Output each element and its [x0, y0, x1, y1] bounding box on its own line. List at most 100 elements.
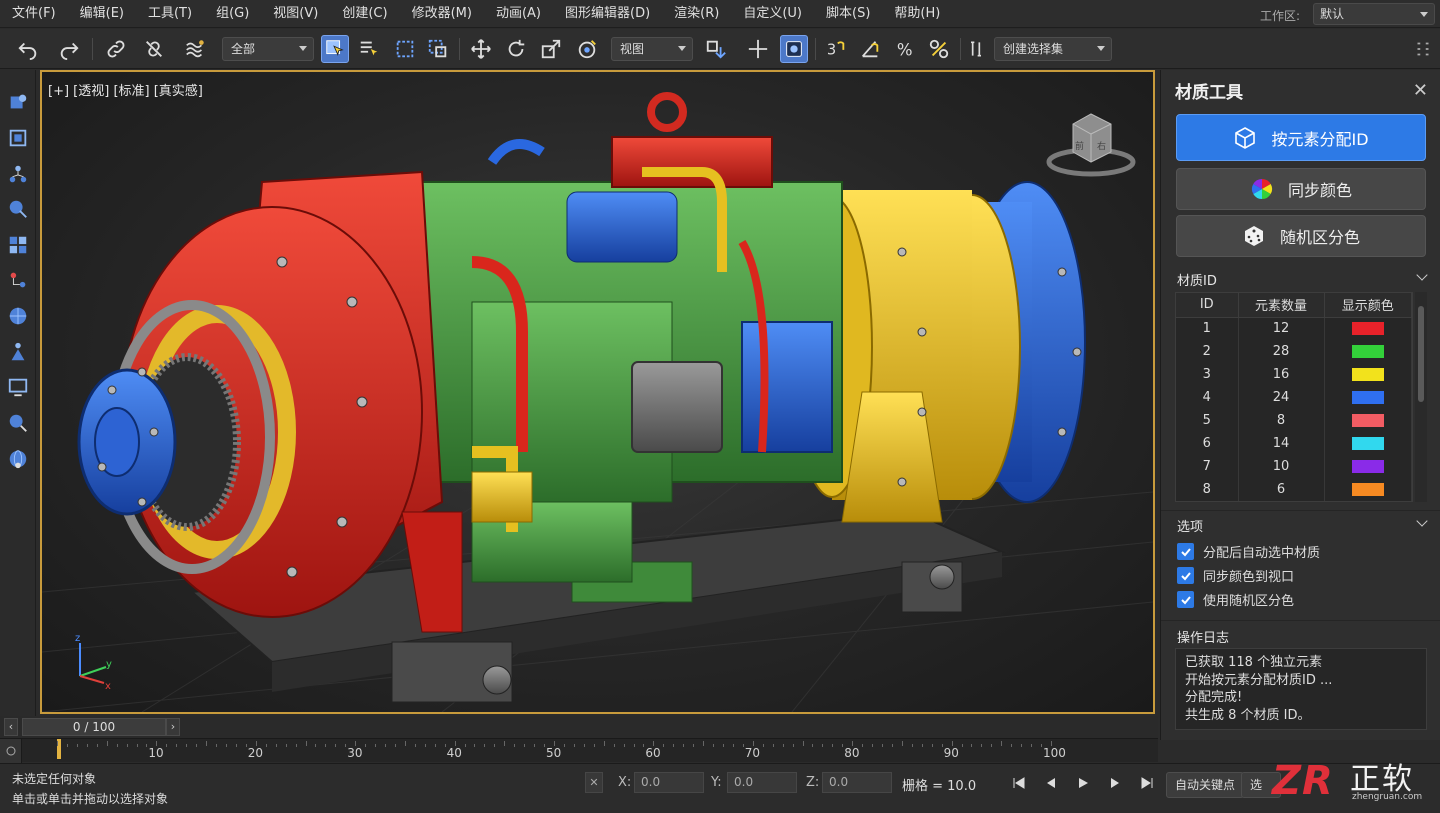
menu-item[interactable]: 修改器(M) [400, 0, 484, 28]
color-swatch[interactable] [1351, 322, 1384, 336]
option-random-color[interactable]: 使用随机区分色 [1177, 590, 1294, 609]
redo-button[interactable] [55, 35, 83, 63]
table-row[interactable]: 7 10 [1176, 455, 1412, 478]
color-swatch[interactable] [1351, 368, 1384, 381]
menu-item[interactable]: 图形编辑器(D) [553, 0, 662, 28]
auto-key-button[interactable]: 自动关键点 [1166, 772, 1245, 798]
color-cell[interactable] [1324, 409, 1412, 432]
perspective-viewport[interactable]: [+] [透视] [标准] [真实感] 前 右 z y x [40, 70, 1155, 714]
random-color-button[interactable]: 随机区分色 [1176, 215, 1426, 257]
sphere-tool-button[interactable] [6, 304, 30, 328]
z-coord-field[interactable]: 0.0 [822, 772, 892, 793]
menu-item[interactable]: 渲染(R) [662, 0, 731, 28]
option-auto-select[interactable]: 分配后自动选中材质 [1177, 542, 1320, 561]
unlink-button[interactable] [140, 35, 168, 63]
go-to-end-button[interactable] [1138, 774, 1156, 792]
color-cell[interactable] [1324, 455, 1412, 478]
hierarchy-panel-button[interactable] [6, 162, 30, 186]
track-bar[interactable]: 10 20 30 40 50 60 70 80 90 100 [0, 738, 1158, 763]
scale-button[interactable] [537, 35, 565, 63]
rect-region-button[interactable] [391, 35, 419, 63]
color-swatch[interactable] [1351, 437, 1384, 450]
undo-button[interactable] [14, 35, 42, 63]
table-scrollbar[interactable] [1415, 292, 1427, 502]
prev-frame-arrow[interactable]: ‹ [4, 718, 18, 736]
checkbox-checked[interactable] [1177, 543, 1194, 560]
utilities-panel-button[interactable] [6, 268, 30, 292]
search-tool-button[interactable] [6, 411, 30, 435]
edit-named-selection-button[interactable] [966, 35, 986, 63]
bind-space-warp-button[interactable] [181, 35, 209, 63]
absolute-mode-toggle[interactable]: ✕ [585, 772, 603, 793]
table-row[interactable]: 86 [1176, 478, 1412, 501]
modify-panel-button[interactable] [6, 126, 30, 150]
y-coord-field[interactable]: 0.0 [727, 772, 797, 793]
matid-section-header[interactable]: 材质ID [1177, 270, 1217, 289]
figure-tool-button[interactable] [6, 340, 30, 364]
table-row[interactable]: 1 12 [1176, 317, 1412, 340]
selection-filter-dropdown[interactable]: 全部 [222, 37, 314, 61]
next-frame-arrow[interactable]: › [166, 718, 180, 736]
percent-snap-button[interactable]: % [892, 35, 920, 63]
window-crossing-button[interactable] [424, 35, 452, 63]
color-cell[interactable] [1324, 478, 1412, 501]
named-selection-dropdown[interactable]: 创建选择集 [994, 37, 1112, 61]
spinner-snap-button[interactable] [925, 35, 953, 63]
select-by-name-button[interactable] [355, 35, 383, 63]
checkbox-checked[interactable] [1177, 567, 1194, 584]
color-swatch[interactable] [1351, 414, 1384, 427]
link-button[interactable] [102, 35, 130, 63]
table-row[interactable]: 58 [1176, 409, 1412, 432]
menu-item[interactable]: 视图(V) [261, 0, 330, 28]
checkbox-checked[interactable] [1177, 591, 1194, 608]
chevron-down-icon[interactable] [1416, 269, 1428, 281]
color-swatch[interactable] [1351, 391, 1384, 404]
place-button[interactable] [573, 35, 601, 63]
go-to-start-button[interactable] [1010, 774, 1028, 792]
view-cube[interactable]: 前 右 [1045, 102, 1137, 185]
keyboard-shortcut-toggle[interactable] [780, 35, 808, 63]
track-bar-toggle[interactable] [0, 739, 22, 763]
viewport-label[interactable]: [+] [透视] [标准] [真实感] [48, 80, 203, 99]
column-header-count[interactable]: 元素数量 [1238, 293, 1325, 318]
next-frame-button[interactable] [1106, 774, 1124, 792]
display-panel-button[interactable] [6, 233, 30, 257]
angle-snap-button[interactable] [856, 35, 884, 63]
rotate-button[interactable] [502, 35, 530, 63]
chevron-down-icon[interactable] [1416, 515, 1428, 527]
sync-color-button[interactable]: 同步颜色 [1176, 168, 1426, 210]
menu-item[interactable]: 动画(A) [484, 0, 553, 28]
table-row[interactable]: 4 24 [1176, 386, 1412, 409]
close-icon[interactable]: ✕ [1413, 80, 1428, 101]
time-slider[interactable]: 0 / 100 [22, 718, 166, 736]
menu-item[interactable]: 文件(F) [0, 0, 68, 28]
scrollbar-thumb[interactable] [1418, 306, 1424, 402]
menu-item[interactable]: 帮助(H) [882, 0, 952, 28]
select-object-button[interactable] [321, 35, 349, 63]
play-button[interactable] [1074, 774, 1092, 792]
menu-item[interactable]: 创建(C) [330, 0, 399, 28]
column-header-color[interactable]: 显示颜色 [1324, 293, 1412, 318]
prev-frame-button[interactable] [1042, 774, 1060, 792]
pivot-center-button[interactable] [702, 35, 730, 63]
reference-coord-dropdown[interactable]: 视图 [611, 37, 693, 61]
select-manipulate-button[interactable] [744, 35, 772, 63]
color-cell[interactable] [1324, 340, 1412, 363]
table-row[interactable]: 3 16 [1176, 363, 1412, 386]
globe-tool-button[interactable] [6, 447, 30, 471]
table-row[interactable]: 6 14 [1176, 432, 1412, 455]
table-row[interactable]: 2 28 [1176, 340, 1412, 363]
color-swatch[interactable] [1351, 460, 1384, 473]
color-cell[interactable] [1324, 317, 1412, 340]
menu-item[interactable]: 编辑(E) [68, 0, 136, 28]
color-cell[interactable] [1324, 363, 1412, 386]
option-sync-viewport[interactable]: 同步颜色到视口 [1177, 566, 1294, 585]
snap-3d-button[interactable]: 3 [822, 35, 850, 63]
motion-panel-button[interactable] [6, 197, 30, 221]
menu-item[interactable]: 工具(T) [136, 0, 204, 28]
menu-item[interactable]: 组(G) [204, 0, 261, 28]
workspace-select[interactable]: 默认 [1313, 3, 1435, 25]
viewport-tool-button[interactable] [6, 375, 30, 399]
toolbar-options-button[interactable] [1412, 35, 1434, 63]
color-cell[interactable] [1324, 386, 1412, 409]
